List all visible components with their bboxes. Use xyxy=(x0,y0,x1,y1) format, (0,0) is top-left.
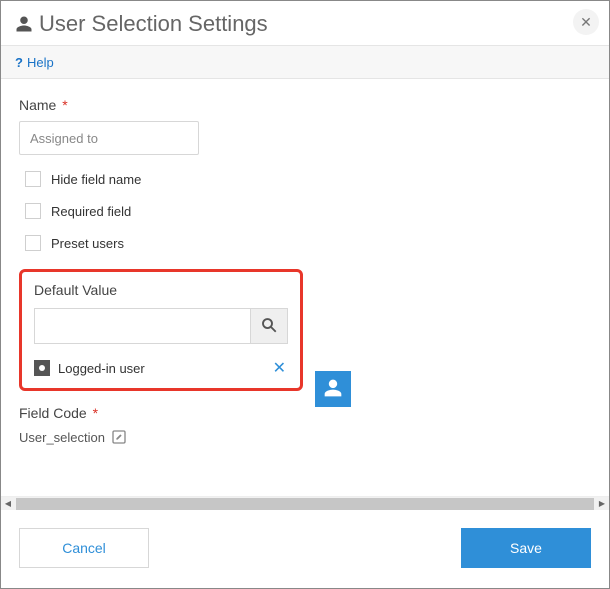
edit-field-code-button[interactable] xyxy=(111,429,127,445)
default-value-label: Default Value xyxy=(34,282,288,298)
checkbox[interactable] xyxy=(25,235,41,251)
field-code-value: User_selection xyxy=(19,430,105,445)
help-link[interactable]: ? Help xyxy=(15,55,54,70)
scroll-left-icon[interactable]: ◀ xyxy=(1,497,15,511)
field-code-row: User_selection xyxy=(19,429,591,445)
preset-users-row[interactable]: Preset users xyxy=(25,235,591,251)
add-user-button[interactable] xyxy=(315,371,351,407)
dialog-body: Name * Hide field name Required field Pr… xyxy=(1,79,609,496)
search-icon xyxy=(260,316,278,337)
checkbox[interactable] xyxy=(25,171,41,187)
save-button[interactable]: Save xyxy=(461,528,591,568)
name-input[interactable] xyxy=(19,121,199,155)
scroll-track[interactable] xyxy=(16,498,594,510)
remove-selected-button[interactable]: ✕ xyxy=(271,358,288,378)
required-field-label: Required field xyxy=(51,204,131,219)
required-mark: * xyxy=(93,405,98,421)
cancel-button[interactable]: Cancel xyxy=(19,528,149,568)
field-code-label: Field Code * xyxy=(19,405,591,421)
dialog-footer: Cancel Save xyxy=(1,510,609,588)
close-button[interactable]: ✕ xyxy=(573,9,599,35)
default-value-section: Default Value Logged-in user ✕ xyxy=(19,269,303,391)
horizontal-scrollbar[interactable]: ◀ ▶ xyxy=(1,496,609,510)
checkbox[interactable] xyxy=(25,203,41,219)
required-mark: * xyxy=(62,97,67,113)
close-icon: ✕ xyxy=(580,14,592,31)
selected-indicator-icon xyxy=(34,360,50,376)
dialog-header: User Selection Settings ✕ xyxy=(1,1,609,45)
user-icon xyxy=(323,378,343,401)
hide-field-name-row[interactable]: Hide field name xyxy=(25,171,591,187)
help-label: Help xyxy=(27,55,54,70)
help-bar: ? Help xyxy=(1,45,609,79)
dialog-title: User Selection Settings xyxy=(39,11,268,37)
preset-users-label: Preset users xyxy=(51,236,124,251)
default-value-selected-row: Logged-in user ✕ xyxy=(34,358,288,378)
hide-field-name-label: Hide field name xyxy=(51,172,141,187)
close-icon: ✕ xyxy=(273,360,286,377)
default-value-search-input[interactable] xyxy=(34,308,250,344)
required-field-row[interactable]: Required field xyxy=(25,203,591,219)
user-icon xyxy=(15,14,33,34)
scroll-right-icon[interactable]: ▶ xyxy=(595,497,609,511)
default-value-search-row xyxy=(34,308,288,344)
user-selection-settings-dialog: User Selection Settings ✕ ? Help Name * … xyxy=(0,0,610,589)
name-label: Name * xyxy=(19,97,591,113)
help-icon: ? xyxy=(15,55,23,70)
search-button[interactable] xyxy=(250,308,288,344)
selected-user-label: Logged-in user xyxy=(58,361,263,376)
